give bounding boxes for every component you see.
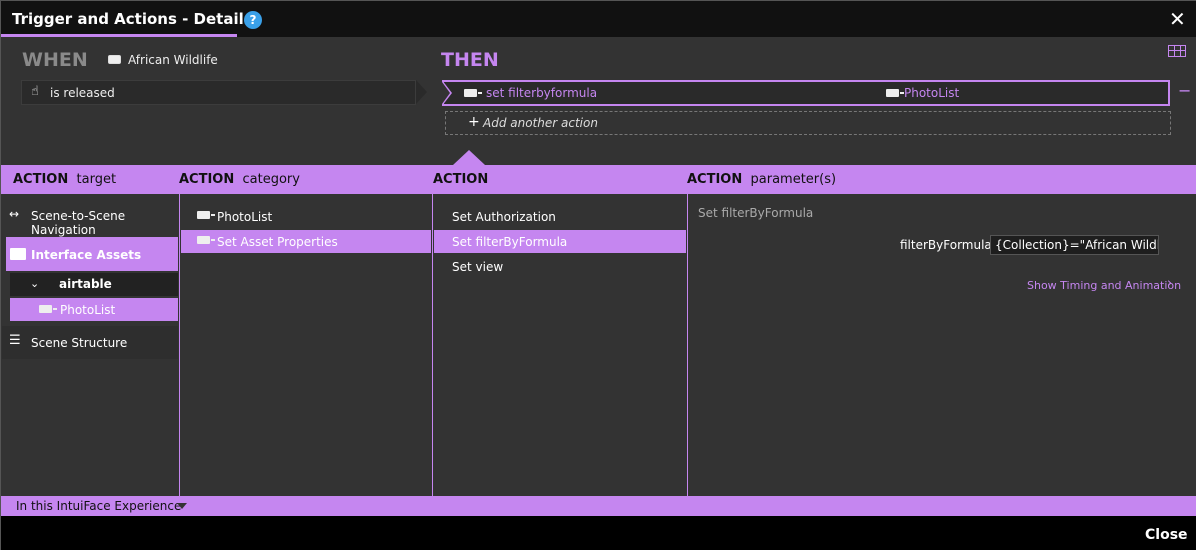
trigger-label: is released [50,86,115,100]
action-item-set-view[interactable]: Set view [434,255,686,278]
table-view-icon[interactable] [1168,45,1186,57]
column-divider [687,194,688,496]
header-action-category: ACTION category [179,172,300,187]
asset-icon [886,89,904,97]
action-item-set-authorization[interactable]: Set Authorization [434,205,686,228]
asset-icon [197,211,215,219]
header-action: ACTION [433,172,489,187]
params-title: Set filterByFormula [698,206,814,220]
scope-label: In this IntuiFace Experience [16,499,182,513]
chevron-inner [442,82,450,104]
assets-icon [10,248,26,260]
chevron-right-icon[interactable]: › [1167,276,1172,291]
help-icon[interactable]: ? [244,11,262,29]
target-label: Interface Assets [31,248,142,262]
close-button[interactable]: Close [1145,527,1188,543]
target-label: PhotoList [60,303,116,317]
trigger-actions-dialog: Trigger and Actions - Details ? ✕ WHEN A… [0,0,1196,550]
category-label: Set Asset Properties [217,235,338,249]
category-item-photolist[interactable]: PhotoList [181,205,431,228]
title-bar: Trigger and Actions - Details ? ✕ [1,1,1196,37]
selection-pointer [453,150,485,165]
column-divider [432,194,433,496]
action-item-label: Set Authorization [452,210,556,224]
target-airtable-group[interactable]: ⌄ airtable [10,273,178,296]
action-target-label: PhotoList [904,86,960,100]
header-action-target: ACTION target [13,172,117,187]
add-another-action-button[interactable]: + Add another action [445,111,1171,135]
layers-icon: ☰ [9,333,21,348]
action-item-label: Set view [452,260,504,274]
target-label: airtable [59,277,112,291]
asset-icon [464,89,482,97]
asset-source-icon [108,55,121,64]
when-then-area: WHEN African Wildlife ☝ is released THEN… [1,37,1196,165]
bottom-bar: Close [1,516,1196,550]
when-heading: WHEN [22,49,88,71]
column-divider [179,194,180,496]
trigger-row[interactable]: ☝ is released [21,80,427,105]
param-label: filterByFormula [900,238,992,252]
trigger-source-name[interactable]: African Wildlife [128,53,218,67]
target-scene-navigation[interactable]: ↔ Scene-to-Scene Navigation [2,204,178,237]
action-item-set-filterbyformula[interactable]: Set filterByFormula [434,230,686,253]
target-label: Scene-to-Scene Navigation [31,209,126,237]
asset-icon [197,236,215,244]
target-interface-assets[interactable]: Interface Assets [6,237,178,271]
remove-action-button[interactable]: − [1178,81,1191,100]
hand-icon: ☝ [31,84,39,99]
category-item-set-asset-properties[interactable]: Set Asset Properties [181,230,431,253]
target-photolist[interactable]: PhotoList [10,298,178,321]
scope-selector[interactable]: In this IntuiFace Experience [1,496,1196,516]
caret-down-icon [177,503,187,509]
filterbyformula-input[interactable]: {Collection}="African Wildlife" [990,235,1159,255]
chevron-down-icon: ⌄ [30,277,40,290]
category-label: PhotoList [217,210,273,224]
action-item-label: Set filterByFormula [452,235,568,249]
plus-icon: + [468,114,480,130]
target-label: Scene Structure [31,336,128,350]
action-label: set filterbyformula [486,86,598,100]
target-scene-structure[interactable]: ☰ Scene Structure [2,326,178,359]
add-action-label: Add another action [483,116,598,130]
action-row-selected[interactable]: set filterbyformula PhotoList [442,80,1170,106]
arrows-horizontal-icon: ↔ [9,207,20,221]
asset-icon [39,305,57,313]
then-heading: THEN [441,49,499,71]
close-icon[interactable]: ✕ [1169,7,1186,31]
column-headers: ACTION target ACTION category ACTION ACT… [1,165,1196,194]
dialog-title: Trigger and Actions - Details [12,10,253,28]
show-timing-link[interactable]: Show Timing and Animation [1027,279,1181,292]
header-action-parameters: ACTION parameter(s) [687,172,837,187]
